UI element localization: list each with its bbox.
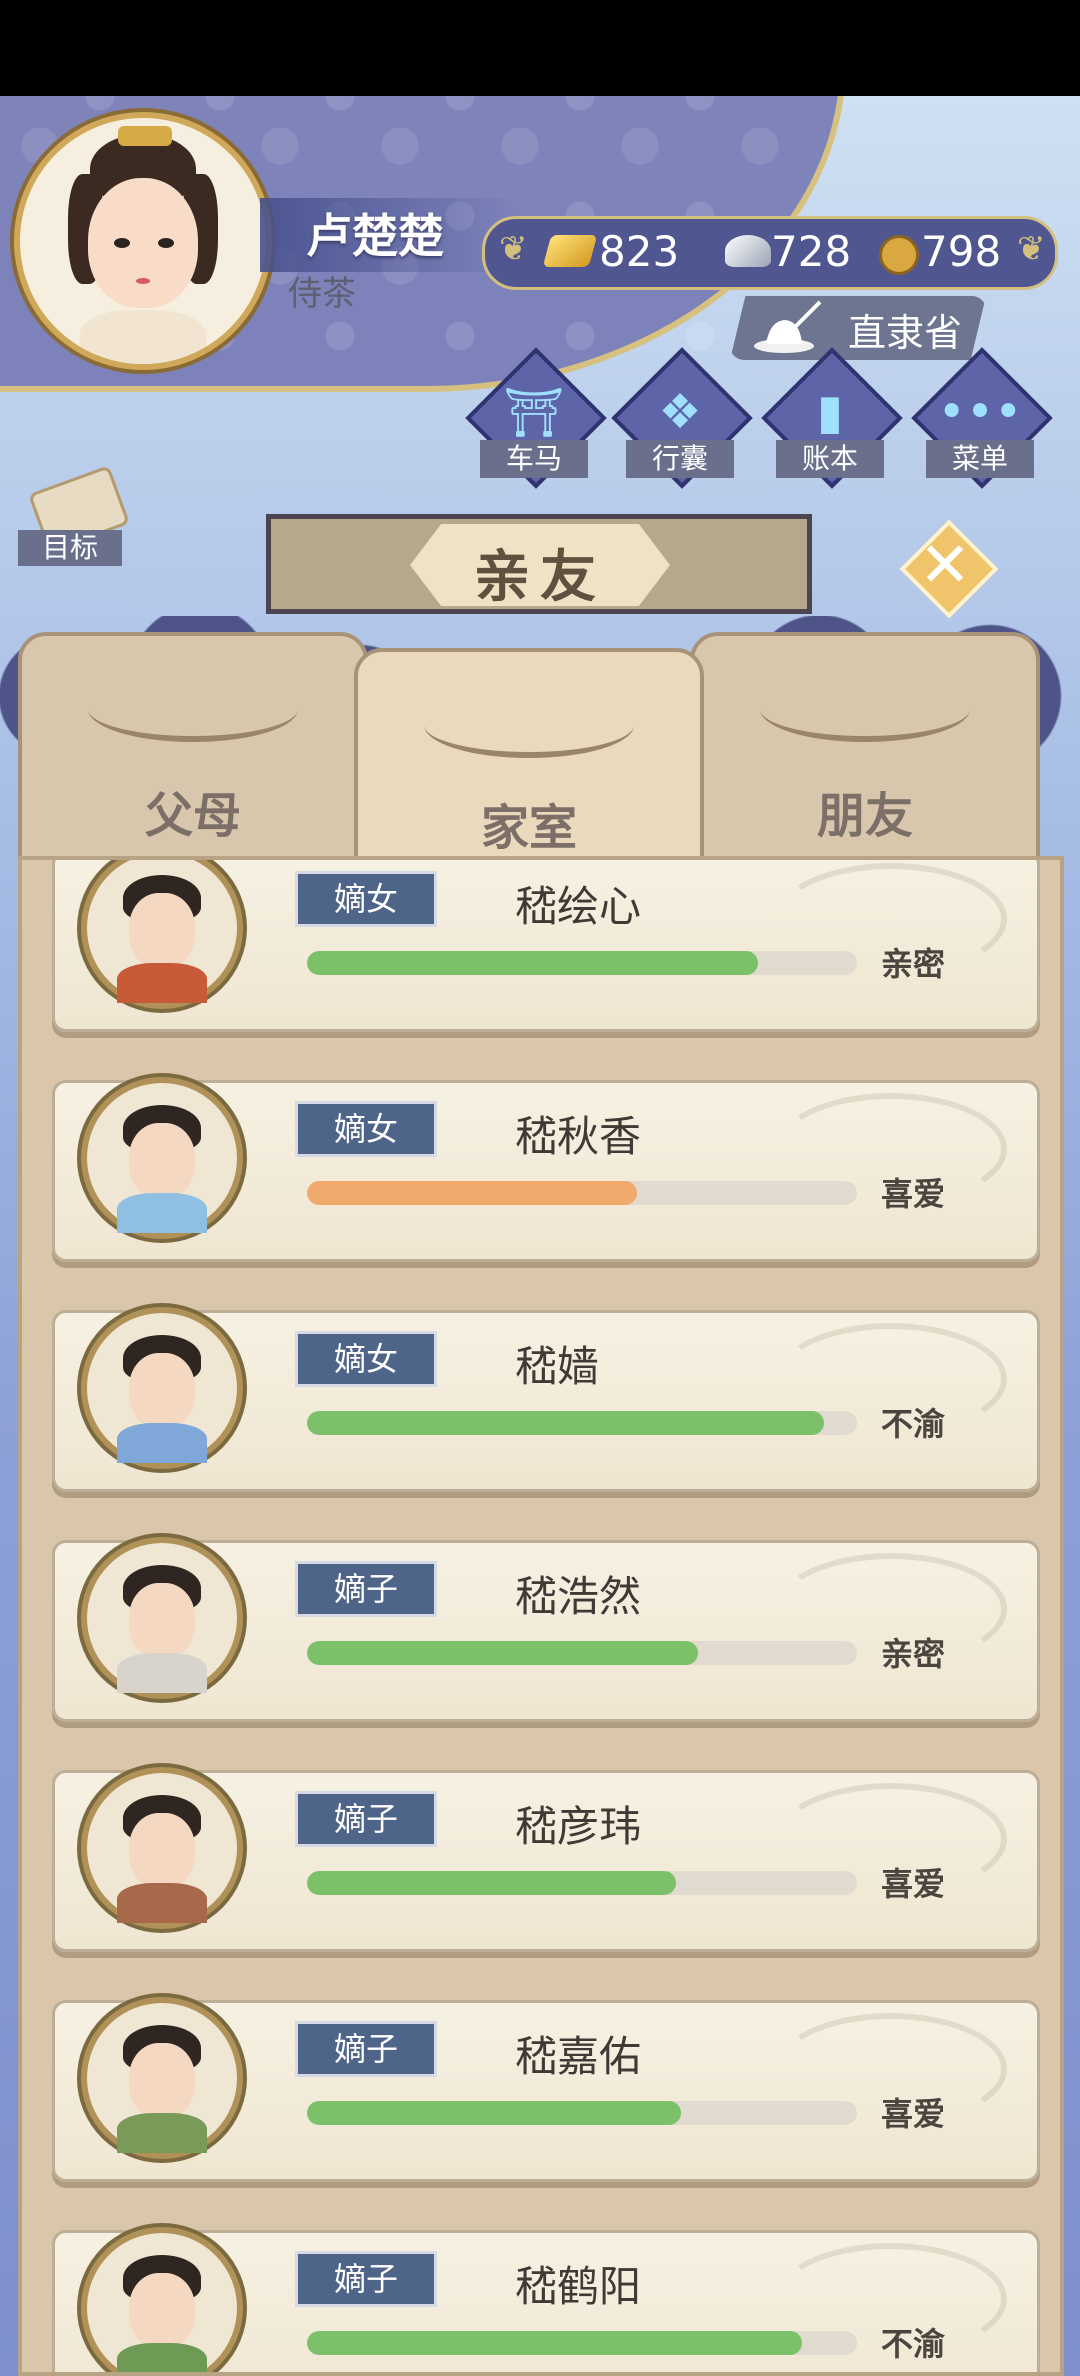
gold-amount: 823: [599, 227, 680, 276]
member-name: 嵇浩然: [515, 1572, 642, 1621]
region-label: 直隶省: [848, 311, 963, 355]
silver-amount: 728: [771, 227, 852, 276]
affinity-bar: [307, 2101, 857, 2125]
more-icon: •••: [937, 384, 1023, 440]
affinity-bar-fill: [307, 951, 758, 975]
copper-coin-icon: [879, 235, 919, 275]
player-name: 卢楚楚: [306, 209, 444, 263]
member-row[interactable]: 嫡子 嵇彦玮喜爱: [52, 1767, 1040, 1952]
relation-label: 不渝: [881, 1405, 946, 1443]
member-name: 嵇绘心: [515, 882, 642, 931]
close-icon: ✕: [919, 528, 971, 601]
role-badge: 嫡女: [295, 1331, 437, 1387]
member-avatar[interactable]: [81, 1537, 243, 1699]
affinity-bar: [307, 1871, 857, 1895]
member-name: 嵇彦玮: [515, 1802, 642, 1851]
member-avatar[interactable]: [81, 1307, 243, 1469]
member-row[interactable]: 嫡子 嵇嘉佑喜爱: [52, 1997, 1040, 2182]
nav-menu-button[interactable]: ••• 菜单: [911, 347, 1053, 489]
affinity-bar: [307, 1411, 857, 1435]
member-row[interactable]: 嫡子 嵇浩然亲密: [52, 1537, 1040, 1722]
cloud-ornament-icon: [760, 676, 970, 742]
goal-label: 目标: [18, 530, 122, 566]
member-avatar[interactable]: [81, 1767, 243, 1929]
member-list[interactable]: 嫡女 嵇绘心 亲密 嫡女 嵇秋香 喜爱 嫡女 嵇嫱 不渝 嫡子 嵇浩然 亲密 嫡子 嵇彦玮 喜爱 嫡子 嵇嘉佑喜…: [18, 856, 1064, 2376]
affinity-bar-fill: [307, 2331, 802, 2355]
silver-ingot-icon: [725, 235, 771, 267]
cloud-ornament-icon: [88, 676, 298, 742]
role-badge: 嫡子: [295, 1561, 437, 1617]
member-row[interactable]: 嫡女 嵇嫱不渝: [52, 1307, 1040, 1492]
nav-menu-label: 菜单: [926, 440, 1034, 478]
role-badge: 嫡子: [295, 1791, 437, 1847]
tab-parents[interactable]: 父母: [18, 632, 368, 874]
role-badge: 嫡女: [295, 1101, 437, 1157]
gold-ingot-icon: [542, 235, 598, 267]
tab-friends[interactable]: 朋友: [690, 632, 1040, 874]
tab-family-label: 家室: [480, 800, 577, 856]
role-badge: 嫡子: [295, 2251, 437, 2307]
member-row[interactable]: 嫡子 嵇鹤阳不渝: [52, 2227, 1040, 2372]
member-avatar[interactable]: [81, 860, 243, 1009]
member-row[interactable]: 嫡女 嵇秋香喜爱: [52, 1077, 1040, 1262]
page-title: 亲友: [474, 545, 606, 610]
goal-button[interactable]: 目标: [14, 465, 134, 568]
carriage-icon: ⛩: [503, 385, 565, 441]
bamboo-right-icon: ❦: [1017, 229, 1046, 269]
relation-label: 喜爱: [881, 1865, 946, 1903]
member-avatar[interactable]: [81, 2227, 243, 2372]
relation-label: 亲密: [881, 945, 946, 983]
nav-carriage-button[interactable]: ⛩ 车马: [465, 347, 607, 489]
cloud-ornament-icon: [424, 692, 634, 758]
player-title: 侍茶: [288, 274, 356, 314]
coin-amount: 798: [921, 227, 1002, 276]
tab-friends-label: 朋友: [816, 788, 913, 844]
tab-parents-label: 父母: [144, 788, 241, 844]
member-row[interactable]: 嫡女 嵇绘心亲密: [52, 860, 1040, 1032]
member-avatar[interactable]: [81, 1997, 243, 2159]
currency-bar: ❦ 823 728 798 ❦: [482, 216, 1058, 290]
member-name: 嵇嫱: [515, 1342, 600, 1391]
affinity-bar-fill: [307, 1181, 637, 1205]
nav-ledger-label: 账本: [776, 440, 884, 478]
member-name: 嵇鹤阳: [515, 2262, 642, 2311]
tab-family[interactable]: 家室: [354, 648, 704, 890]
nav-ledger-button[interactable]: ▮ 账本: [761, 347, 903, 489]
affinity-bar-fill: [307, 1411, 824, 1435]
official-hat-icon: [754, 300, 822, 353]
relation-label: 喜爱: [881, 1175, 946, 1213]
affinity-bar-fill: [307, 2101, 681, 2125]
role-badge: 嫡女: [295, 871, 437, 927]
status-bar: [0, 0, 1080, 96]
affinity-bar-fill: [307, 1641, 698, 1665]
affinity-bar: [307, 1181, 857, 1205]
player-avatar[interactable]: [14, 112, 272, 370]
nav-luggage-button[interactable]: ❖ 行囊: [611, 347, 753, 489]
member-name: 嵇嘉佑: [515, 2032, 642, 2081]
bundle-icon: ❖: [658, 384, 702, 440]
member-name: 嵇秋香: [515, 1112, 642, 1161]
affinity-bar: [307, 1641, 857, 1665]
relation-label: 不渝: [881, 2325, 946, 2363]
affinity-bar-fill: [307, 1871, 676, 1895]
relation-label: 喜爱: [881, 2095, 946, 2133]
affinity-bar: [307, 2331, 857, 2355]
affinity-bar: [307, 951, 857, 975]
nav-luggage-label: 行囊: [626, 440, 734, 478]
close-button[interactable]: ✕: [899, 519, 999, 619]
relation-label: 亲密: [881, 1635, 946, 1673]
bamboo-left-icon: ❦: [499, 229, 528, 269]
ledger-icon: ▮: [816, 384, 844, 440]
nav-carriage-label: 车马: [480, 440, 588, 478]
role-badge: 嫡子: [295, 2021, 437, 2077]
member-avatar[interactable]: [81, 1077, 243, 1239]
